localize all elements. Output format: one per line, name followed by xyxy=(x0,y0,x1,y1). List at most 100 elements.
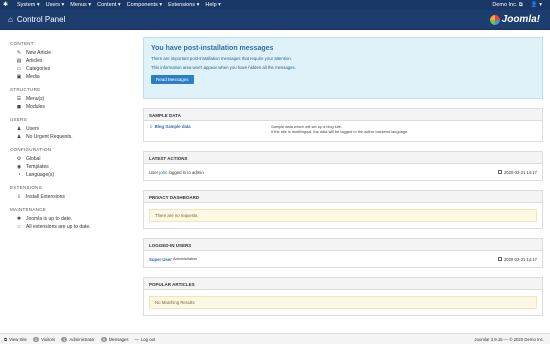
section-title-configuration: CONFIGURATION xyxy=(10,147,52,152)
sidebar-item-joomla-update[interactable]: ✱ Joomla is up to date. xyxy=(16,215,135,223)
alert-line-2: This information area won't appear when … xyxy=(151,65,296,70)
sidebar-item-modules[interactable]: ◼ Modules xyxy=(16,103,135,111)
status-bar: ⧉ View Site 0 Visitors 1 Administrator 0 Mes… xyxy=(0,333,550,344)
menu-help[interactable]: Help ▾ xyxy=(202,2,224,8)
action-date: 2020-02-21 14:17 xyxy=(503,169,537,175)
user-menu[interactable]: 👤 ▾ xyxy=(531,2,542,9)
logout-icon: — xyxy=(134,336,139,342)
sidebar-item-menus[interactable]: ☰ Menu(s) xyxy=(16,95,135,103)
action-row: User john logged in to admin 2020-02-21 … xyxy=(149,167,537,177)
folder-icon: ▭ xyxy=(16,66,22,72)
sidebar: CONTENT ✎ New Article ▤ Articles ▭ Categori… xyxy=(0,35,135,330)
main-content: You have post-installation messages Ther… xyxy=(143,37,543,333)
privacy-message: There are no requests. xyxy=(149,209,537,222)
main-menu: System ▾ Users ▾ Menus ▾ Content ▾ Compo… xyxy=(14,2,224,8)
sidebar-item-new-article[interactable]: ✎ New Article xyxy=(16,49,135,57)
blog-sample-data-link[interactable]: Blog Sample data xyxy=(155,124,191,138)
sidebar-item-articles[interactable]: ▤ Articles xyxy=(16,57,135,65)
visitors-label: Visitors xyxy=(41,336,56,342)
section-title-extensions: EXTENSIONS xyxy=(10,185,43,190)
sidebar-item-users[interactable]: ♟ Users xyxy=(16,125,135,133)
section-title-structure: STRUCTURE xyxy=(10,87,41,92)
image-icon: ▣ xyxy=(16,74,22,80)
sidebar-item-label: No Urgent Requests. xyxy=(26,134,73,140)
logout-link[interactable]: — Log out xyxy=(135,337,156,342)
section-title-content: CONTENT xyxy=(10,41,34,46)
home-icon: ⌂ xyxy=(8,15,13,24)
sidebar-item-label: Language(s) xyxy=(26,172,55,178)
version-text: Joomla! 3.9.15 — © 2020 Demo Inc. xyxy=(474,336,544,342)
card-header: POPULAR ARTICLES xyxy=(144,278,542,290)
sidebar-item-label: Templates xyxy=(26,164,49,170)
popular-articles-card: POPULAR ARTICLES No Matching Results xyxy=(143,277,543,316)
sidebar-item-global[interactable]: ⚙ Global xyxy=(16,155,135,163)
postinstall-alert: You have post-installation messages Ther… xyxy=(143,37,543,99)
menu-content[interactable]: Content ▾ xyxy=(94,2,124,8)
sidebar-item-label: Install Extensions xyxy=(26,194,65,200)
card-header: LATEST ACTIONS xyxy=(144,152,542,164)
section-title-users: USERS xyxy=(10,117,28,122)
sidebar-item-extension-update[interactable]: ☆ All extensions are up to date. xyxy=(16,223,135,231)
menu-users[interactable]: Users ▾ xyxy=(43,2,68,8)
menu-components[interactable]: Components ▾ xyxy=(124,2,165,8)
logged-in-users-card: LOGGED-IN USERS Super User Administratio… xyxy=(143,238,543,268)
sidebar-item-install-extensions[interactable]: ⇩ Install Extensions xyxy=(16,193,135,201)
list-icon: ☰ xyxy=(16,96,22,102)
sidebar-item-label: Menu(s) xyxy=(26,96,45,102)
admin-count: 1 xyxy=(61,336,68,342)
page-header: ⌂ Control Panel Joomla! xyxy=(0,10,550,30)
sidebar-item-user-requests[interactable]: ♟ No Urgent Requests. xyxy=(16,133,135,141)
sidebar-item-label: Articles xyxy=(26,58,43,64)
logged-in-user-link[interactable]: Super User xyxy=(149,257,172,262)
visitors-count: 0 xyxy=(32,336,40,342)
joomla-menu-icon[interactable]: ✱ xyxy=(3,2,9,8)
logged-in-role: Administration xyxy=(173,257,198,261)
view-site-label: View Site xyxy=(9,336,27,342)
latest-actions-card: LATEST ACTIONS User john logged in to ad… xyxy=(143,151,543,181)
menu-extensions[interactable]: Extensions ▾ xyxy=(165,2,202,8)
action-user-link[interactable]: john xyxy=(159,170,167,175)
users-icon: ♟ xyxy=(16,126,22,132)
sidebar-item-label: New Article xyxy=(26,50,52,56)
sidebar-item-categories[interactable]: ▭ Categories xyxy=(16,65,135,73)
privacy-dashboard-card: PRIVACY DASHBOARD There are no requests. xyxy=(143,190,543,229)
sidebar-item-label: Media xyxy=(26,74,40,80)
menu-system[interactable]: System ▾ xyxy=(14,2,43,8)
sidebar-item-label: Joomla is up to date. xyxy=(26,216,73,222)
administrator-status[interactable]: 1 Administrator xyxy=(61,336,95,342)
messages-status[interactable]: 0 Messages xyxy=(100,336,129,342)
calendar-icon xyxy=(497,257,502,261)
sidebar-item-media[interactable]: ▣ Media xyxy=(16,73,135,81)
sidebar-item-templates[interactable]: ◉ Templates xyxy=(16,163,135,171)
action-prefix: User xyxy=(149,169,159,175)
admin-label: Administrator xyxy=(69,336,95,342)
messages-count: 0 xyxy=(100,336,107,342)
visitors-status[interactable]: 0 Visitors xyxy=(32,336,56,342)
joomla-logo: Joomla! xyxy=(489,14,540,25)
action-text: logged in to admin xyxy=(168,169,204,175)
top-navbar: ✱ System ▾ Users ▾ Menus ▾ Content ▾ Com… xyxy=(0,0,550,10)
alert-line-1: There are important post-installation me… xyxy=(151,56,292,61)
messages-label: Messages xyxy=(108,336,129,342)
site-name-link[interactable]: Demo Inc. ⧉ xyxy=(492,2,523,9)
card-header: PRIVACY DASHBOARD xyxy=(144,191,542,203)
pencil-icon: ✎ xyxy=(16,50,22,56)
star-icon: ☆ xyxy=(16,224,22,230)
joomla-logo-icon xyxy=(489,14,500,25)
card-header: LOGGED-IN USERS xyxy=(144,239,542,251)
sidebar-item-label: Global xyxy=(26,156,41,162)
menu-menus[interactable]: Menus ▾ xyxy=(67,2,94,8)
external-link-icon: ⧉ xyxy=(4,336,8,342)
joomla-icon: ✱ xyxy=(16,216,22,222)
read-messages-button[interactable]: Read Messages xyxy=(151,75,194,84)
view-site-link[interactable]: ⧉ View Site xyxy=(4,337,27,342)
logged-in-date: 2020-02-21 14:17 xyxy=(503,256,537,262)
joomla-logo-text: Joomla! xyxy=(501,14,540,25)
sidebar-item-languages[interactable]: ◔ Language(s) xyxy=(16,171,135,179)
download-icon: ⇩ xyxy=(16,194,22,200)
sample-data-desc-2: If the site is multilingual, the data wi… xyxy=(271,129,409,134)
sidebar-item-label: Users xyxy=(26,126,40,132)
sidebar-item-label: All extensions are up to date. xyxy=(26,224,91,230)
logout-label: Log out xyxy=(140,336,156,342)
section-title-maintenance: MAINTENANCE xyxy=(10,207,47,212)
